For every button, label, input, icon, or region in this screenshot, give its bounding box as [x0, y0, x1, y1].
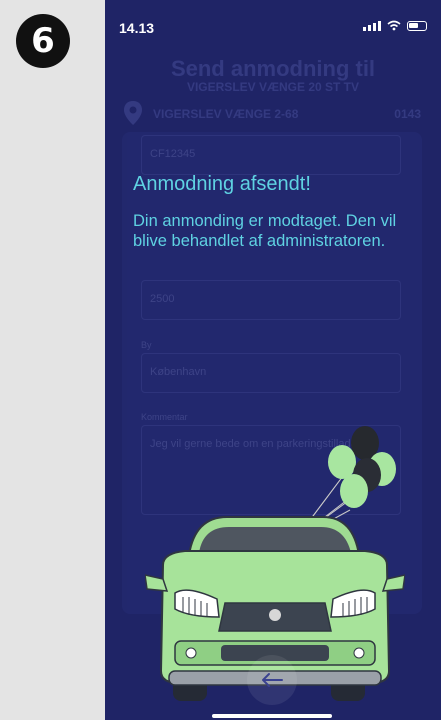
comment-label: Kommentar — [141, 412, 188, 422]
arrow-left-icon — [262, 673, 283, 687]
wifi-icon — [387, 20, 401, 31]
form-subtitle: VIGERSLEV VÆNGE 20 ST TV — [186, 80, 360, 94]
home-indicator[interactable] — [212, 714, 332, 718]
status-time: 14.13 — [119, 20, 155, 36]
city-field[interactable]: København — [141, 353, 401, 393]
confirmation-message: Din anmonding er modtaget. Den vil blive… — [133, 212, 397, 250]
plate-field[interactable]: CF12345 — [141, 135, 401, 175]
signal-icon — [363, 20, 381, 31]
status-icons — [363, 20, 427, 31]
postal-field[interactable]: 2500 — [141, 280, 401, 320]
city-label: By — [141, 340, 152, 350]
confirmation-title: Anmodning afsendt! — [133, 173, 311, 195]
phone-screen: 14.13 Send anmodning til VIGERSLEV VÆNGE… — [105, 0, 441, 720]
battery-icon — [407, 20, 427, 31]
back-button[interactable] — [247, 655, 297, 705]
location-pin-icon — [124, 101, 142, 125]
form-title: Send anmodning til — [170, 56, 376, 81]
status-bar: 14.13 — [105, 0, 441, 46]
address-text: VIGERSLEV VÆNGE 2-68 — [153, 107, 299, 121]
address-id: 0143 — [394, 107, 421, 121]
step-number-badge: 6 — [16, 14, 70, 68]
